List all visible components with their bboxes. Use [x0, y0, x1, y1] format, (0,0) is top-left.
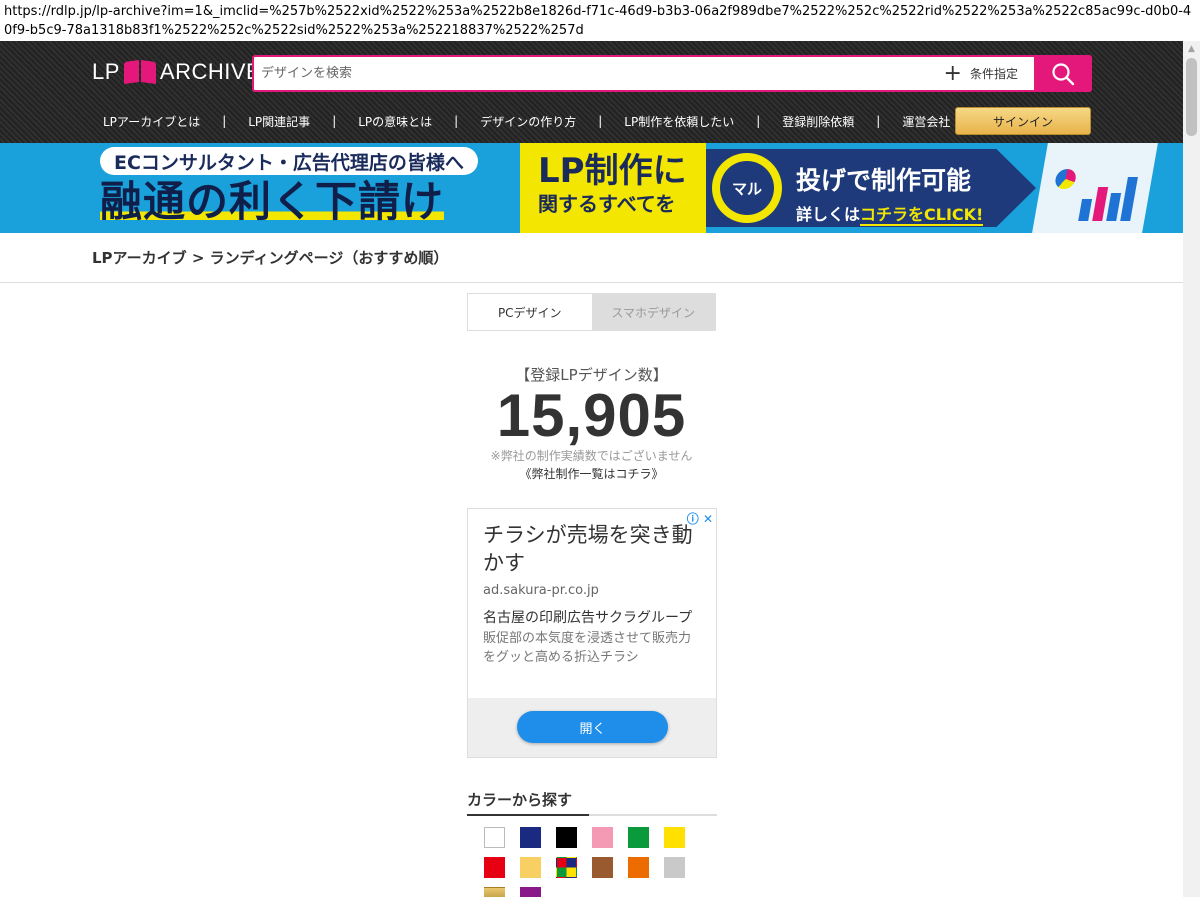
color-swatches	[484, 827, 704, 897]
pie-chart-icon	[1053, 169, 1078, 189]
global-nav: LPアーカイブとは | LP関連記事 | LPの意味とは | デザインの作り方 …	[92, 107, 961, 135]
design-tabs: PCデザイン スマホデザイン	[467, 293, 716, 331]
portfolio-link[interactable]: 《弊社制作一覧はコチラ》	[467, 465, 716, 482]
nav-howto[interactable]: デザインの作り方	[469, 113, 587, 130]
nav-about[interactable]: LPアーカイブとは	[92, 113, 211, 130]
banner-right-line1: 投げで制作可能	[796, 166, 972, 195]
breadcrumb[interactable]: LPアーカイブ > ランディングページ（おすすめ順）	[92, 247, 448, 268]
nav-separator: |	[876, 114, 881, 128]
scrollbar-thumb[interactable]	[1186, 58, 1197, 136]
nav-articles[interactable]: LP関連記事	[237, 113, 321, 130]
design-count: 15,905	[496, 382, 687, 449]
nav-meaning[interactable]: LPの意味とは	[347, 113, 443, 130]
nav-separator: |	[598, 114, 603, 128]
condition-label: 条件指定	[969, 67, 1018, 81]
nav-separator: |	[222, 114, 227, 128]
condition-button[interactable]: + 条件指定	[936, 58, 1034, 89]
banner-mid-line1: LP制作に	[538, 151, 687, 191]
banner-subtitle: ECコンサルタント・広告代理店の皆様へ	[100, 147, 478, 175]
ad-open-button[interactable]: 開く	[517, 711, 668, 743]
count-note: ※弊社の制作実績数ではございません	[490, 449, 693, 463]
ad-domain: ad.sakura-pr.co.jp	[483, 583, 599, 598]
page: LP ARCHIVE + 条件指定 LPアーカイブとは | LP関連記事 | L…	[0, 41, 1183, 897]
bar-icon	[1078, 199, 1093, 221]
color-swatch-multi[interactable]	[556, 857, 577, 878]
banner-right-line2: 詳しくはコチラをCLICK!	[796, 201, 984, 226]
bar-icon	[1120, 177, 1138, 221]
banner-middle: LP制作に 関するすべてを	[520, 143, 706, 233]
banner-click-link[interactable]: コチラをCLICK!	[860, 205, 984, 226]
banner-headline-text: 融通の利く下請け	[100, 177, 445, 226]
scrollbar[interactable]: ▲	[1183, 41, 1200, 897]
chart-illustration-icon	[1032, 143, 1158, 233]
color-swatch-white[interactable]	[484, 827, 505, 848]
display-ad[interactable]: ⓘ ✕ チラシが売場を突き動かす ad.sakura-pr.co.jp 名古屋の…	[467, 508, 717, 758]
search-icon	[1052, 62, 1075, 85]
search-bar: + 条件指定	[252, 55, 1092, 92]
scroll-up-icon[interactable]: ▲	[1183, 41, 1200, 58]
ad-company: 名古屋の印刷広告サクラグループ	[483, 610, 693, 626]
bar-icon	[1106, 193, 1122, 221]
color-swatch-pink[interactable]	[592, 827, 613, 848]
color-swatch-brown[interactable]	[592, 857, 613, 878]
nav-request[interactable]: LP制作を依頼したい	[613, 113, 745, 130]
ad-title[interactable]: チラシが売場を突き動かす	[483, 521, 703, 577]
color-swatch-purple[interactable]	[520, 887, 541, 897]
banner-circle: マル	[712, 153, 782, 223]
color-swatch-black[interactable]	[556, 827, 577, 848]
ad-footer: 開く	[468, 698, 716, 757]
ad-banner[interactable]: ECコンサルタント・広告代理店の皆様へ 融通の利く下請け LP制作に 関するすべ…	[0, 143, 1183, 233]
color-swatch-yellow[interactable]	[664, 827, 685, 848]
color-swatch-beige[interactable]	[520, 857, 541, 878]
color-swatch-orange[interactable]	[628, 857, 649, 878]
color-swatch-navy[interactable]	[520, 827, 541, 848]
search-input[interactable]	[254, 58, 936, 89]
address-bar[interactable]: https://rdlp.jp/lp-archive?im=1&_imclid=…	[0, 0, 1200, 41]
nav-separator: |	[454, 114, 459, 128]
ad-description: 販促部の本気度を浸透させて販売力をグッと高める折込チラシ	[483, 631, 692, 665]
nav-company[interactable]: 運営会社	[891, 113, 961, 130]
color-heading-underline	[467, 814, 717, 816]
nav-separator: |	[756, 114, 761, 128]
logo-text-archive: ARCHIVE	[159, 59, 262, 84]
book-icon	[124, 59, 156, 85]
banner-left: ECコンサルタント・広告代理店の皆様へ 融通の利く下請け	[100, 147, 525, 231]
bar-icon	[1092, 187, 1109, 221]
nav-removal[interactable]: 登録削除依頼	[771, 113, 865, 130]
logo-text-lp: LP	[92, 59, 120, 84]
divider	[0, 282, 1183, 283]
search-button[interactable]	[1034, 55, 1092, 92]
tab-sp-design[interactable]: スマホデザイン	[591, 294, 715, 330]
plus-icon: +	[943, 60, 962, 86]
banner-mid-line2: 関するすべてを	[538, 192, 676, 216]
nav-separator: |	[332, 114, 337, 128]
color-swatch-gray[interactable]	[664, 857, 685, 878]
signin-button[interactable]: サインイン	[955, 107, 1091, 135]
banner-right-prefix: 詳しくは	[796, 205, 861, 224]
site-logo[interactable]: LP ARCHIVE	[92, 57, 261, 87]
color-swatch-red[interactable]	[484, 857, 505, 878]
banner-circle-text: マル	[720, 161, 774, 215]
site-header: LP ARCHIVE + 条件指定 LPアーカイブとは | LP関連記事 | L…	[0, 41, 1183, 143]
color-swatch-green[interactable]	[628, 827, 649, 848]
tab-pc-design[interactable]: PCデザイン	[468, 294, 592, 330]
banner-headline: 融通の利く下請け	[100, 177, 445, 227]
color-search-heading: カラーから探す	[467, 791, 573, 809]
color-swatch-gold[interactable]	[484, 887, 505, 897]
